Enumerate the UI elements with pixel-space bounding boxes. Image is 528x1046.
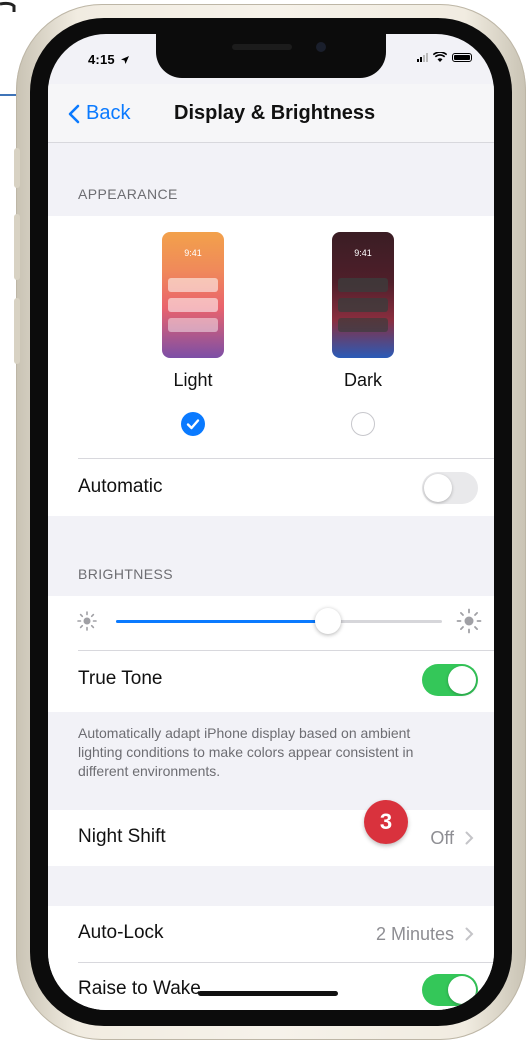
light-appearance-preview[interactable]: 9:41	[162, 232, 224, 358]
automatic-label: Automatic	[78, 476, 163, 497]
brightness-slider-thumb[interactable]	[314, 608, 341, 634]
side-button-volume-up	[14, 214, 20, 280]
raise-to-wake-toggle[interactable]	[422, 974, 478, 1006]
appearance-header: APPEARANCE	[78, 186, 178, 202]
wifi-icon	[433, 52, 447, 62]
back-label: Back	[86, 102, 131, 124]
side-button-action	[14, 148, 20, 188]
page-title: Display & Brightness	[174, 102, 376, 124]
navigation-bar: Back Display & Brightness	[48, 84, 494, 143]
brightness-high-icon	[456, 608, 482, 634]
brightness-slider-fill	[116, 620, 328, 623]
brightness-group: True Tone	[48, 596, 494, 712]
night-shift-value: Off	[430, 828, 454, 848]
side-button-volume-down	[14, 298, 20, 364]
appearance-group: 9:41 9:41 Light Dark Automatic	[48, 216, 494, 516]
dark-radio-unselected[interactable]	[351, 412, 375, 436]
status-time: 4:15	[88, 52, 129, 67]
phone-screen: 4:15 Back Display & Brightness APPEARANC…	[48, 34, 494, 1010]
location-arrow-icon	[120, 56, 129, 64]
battery-icon	[452, 52, 472, 62]
automatic-toggle[interactable]	[422, 472, 478, 504]
night-shift-row[interactable]: Night Shift Off	[48, 810, 494, 866]
auto-lock-row[interactable]: Auto-Lock 2 Minutes	[48, 906, 494, 962]
checkmark-icon	[186, 419, 200, 430]
chevron-right-icon	[465, 831, 474, 845]
brightness-low-icon	[77, 611, 97, 631]
step-number-badge: 3	[364, 800, 408, 844]
auto-lock-label: Auto-Lock	[78, 922, 164, 943]
brightness-slider[interactable]	[116, 608, 442, 634]
page-edge-glyph	[0, 1, 16, 12]
dark-label: Dark	[343, 370, 382, 390]
chevron-left-icon	[68, 104, 80, 123]
brightness-header: BRIGHTNESS	[78, 566, 174, 582]
dark-appearance-preview[interactable]: 9:41	[332, 232, 394, 358]
back-button[interactable]: Back	[68, 102, 130, 125]
chevron-right-icon	[465, 927, 474, 941]
night-shift-label: Night Shift	[78, 826, 166, 847]
true-tone-description: Automatically adapt iPhone display based…	[78, 725, 414, 779]
raise-to-wake-label: Raise to Wake	[78, 978, 201, 999]
notch	[156, 34, 386, 78]
speaker-grille	[232, 44, 292, 50]
light-radio-selected[interactable]	[181, 412, 205, 436]
true-tone-toggle[interactable]	[422, 664, 478, 696]
true-tone-label: True Tone	[78, 668, 163, 689]
auto-lock-value: 2 Minutes	[375, 924, 454, 944]
front-camera	[316, 42, 326, 52]
status-icons	[417, 52, 472, 62]
light-label: Light	[173, 370, 213, 390]
home-indicator[interactable]	[198, 991, 338, 996]
cellular-signal-icon	[417, 52, 428, 62]
